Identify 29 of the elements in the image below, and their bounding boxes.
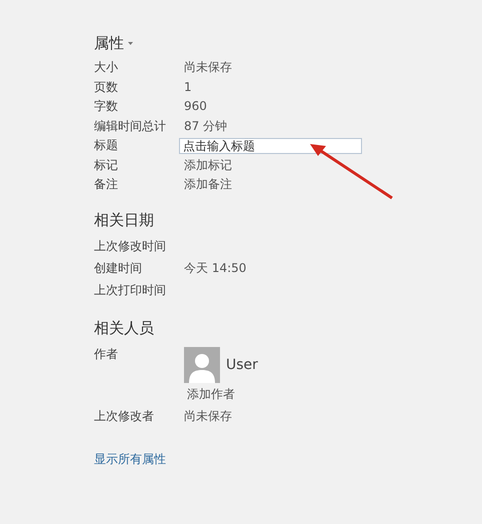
- property-label: 大小: [94, 59, 119, 76]
- section-title: 属性: [94, 33, 124, 54]
- property-value: 1: [184, 78, 192, 96]
- property-value: 尚未保存: [184, 408, 232, 424]
- property-value: 尚未保存: [184, 59, 232, 76]
- property-label: 编辑时间总计: [94, 118, 167, 134]
- property-value: 今天 14:50: [184, 260, 246, 276]
- property-label: 页数: [94, 78, 119, 96]
- property-label: 标记: [94, 156, 119, 174]
- property-label: 备注: [94, 176, 119, 193]
- property-label: 字数: [94, 98, 119, 115]
- property-label: 标题: [94, 137, 119, 154]
- section-title: 相关人员: [94, 318, 154, 338]
- author-name: User: [226, 356, 258, 372]
- avatar-icon: [184, 346, 220, 382]
- property-value: 87 分钟: [184, 118, 228, 134]
- show-all-properties-link[interactable]: 显示所有属性: [94, 450, 166, 468]
- property-value: 添加备注: [184, 176, 232, 193]
- property-label: 上次修改者: [94, 408, 155, 424]
- property-label: 创建时间: [94, 260, 143, 276]
- title-field[interactable]: 点击输入标题: [179, 138, 362, 154]
- property-value: 添加标记: [184, 156, 232, 174]
- section-title: 相关日期: [94, 210, 154, 230]
- property-label: 上次打印时间: [94, 282, 167, 298]
- add-author-link[interactable]: 添加作者: [187, 382, 258, 404]
- property-value: 960: [184, 98, 207, 115]
- caret-icon[interactable]: [128, 42, 133, 44]
- property-label: 上次修改时间: [94, 238, 167, 254]
- property-label: 作者: [94, 346, 119, 362]
